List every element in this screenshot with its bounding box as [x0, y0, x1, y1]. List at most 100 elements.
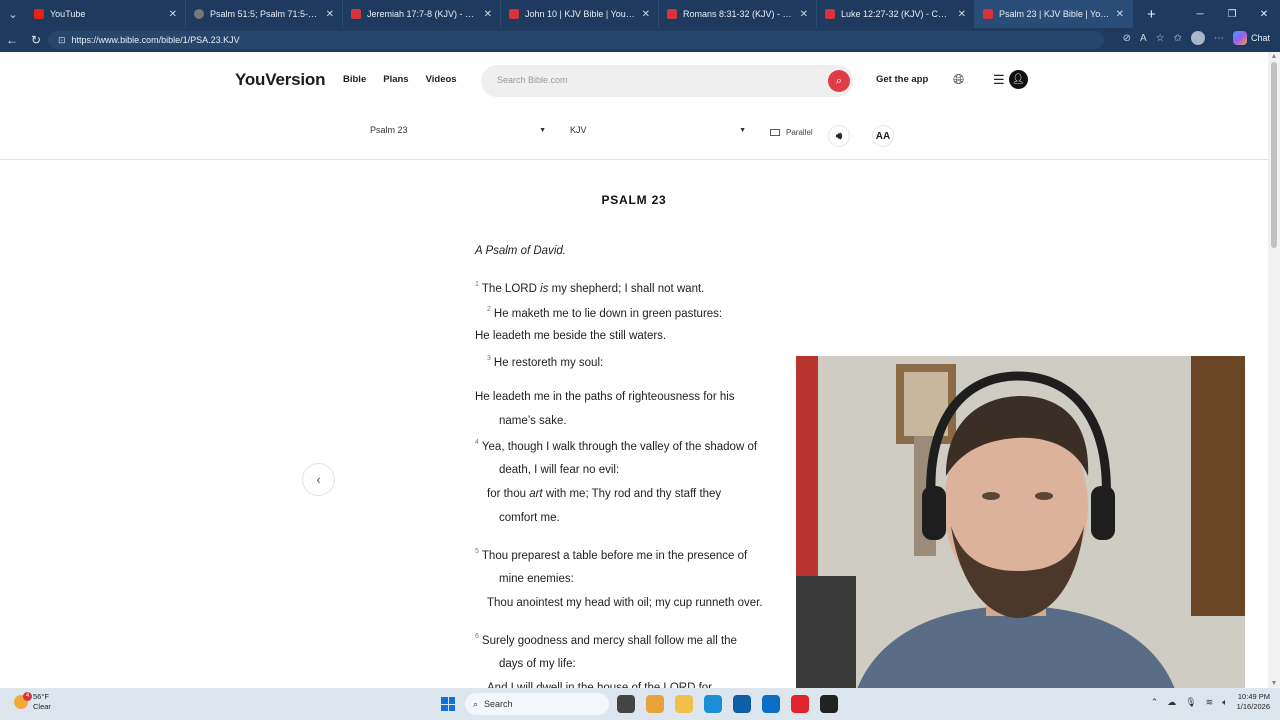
wifi-icon[interactable]: ≋ [1206, 697, 1214, 708]
chevron-down-icon: ▼ [539, 126, 546, 134]
hamburger-menu-icon[interactable]: ☰ [993, 72, 1005, 88]
close-tab-icon[interactable]: ✕ [800, 9, 808, 20]
bible-favicon-icon [825, 9, 835, 19]
close-tab-icon[interactable]: ✕ [958, 9, 966, 20]
user-icon[interactable]: 👤︎ [1008, 70, 1028, 89]
profile-avatar[interactable] [1190, 31, 1205, 45]
verse-2-line-2[interactable]: He leadeth me beside the still waters. [475, 330, 666, 342]
verse-3-line-2[interactable]: He leadeth me in the paths of righteousn… [475, 391, 735, 403]
task-view-icon[interactable] [617, 695, 635, 713]
start-button[interactable] [441, 697, 455, 711]
close-tab-icon[interactable]: ✕ [484, 9, 492, 20]
version-select[interactable]: KJV ▼ [570, 123, 746, 137]
verse-4-line-3[interactable]: for thou art with me; Thy rod and thy st… [487, 488, 721, 500]
windows-taskbar: 4 56°F Clear ⌕ Search ⌃ ☁ 🎙︎ ≋ 🔈︎ 10:49 … [0, 688, 1280, 720]
refresh-icon[interactable]: ↻ [24, 28, 48, 52]
nav-videos[interactable]: Videos [426, 74, 457, 85]
verse-5-line-2[interactable]: mine enemies: [499, 573, 574, 585]
minimize-icon[interactable]: ─ [1184, 0, 1216, 28]
verse-number: 6 [475, 633, 479, 640]
globe-icon[interactable]: 🌐︎ [953, 71, 964, 88]
main-nav: Bible Plans Videos [343, 74, 457, 85]
tab-youtube[interactable]: YouTube ✕ [26, 0, 186, 28]
parallel-icon [770, 129, 780, 136]
youversion-logo[interactable]: YouVersion [235, 70, 325, 90]
tab-psalm-23[interactable]: Psalm 23 | KJV Bible | YouVersion ✕ [975, 0, 1133, 28]
back-icon[interactable]: ← [0, 28, 24, 52]
verse-6-line-2[interactable]: days of my life: [499, 658, 576, 670]
bible-search-input[interactable]: Search Bible.com ⌕ [481, 65, 853, 97]
microphone-icon[interactable]: 🎙︎ [1185, 697, 1196, 708]
verse-4[interactable]: 4 Yea, though I walk through the valley o… [475, 439, 757, 453]
tracking-icon[interactable]: ⊘ [1123, 33, 1131, 44]
tab-actions-menu[interactable]: ⌄ [0, 0, 26, 28]
weather-widget[interactable]: 4 56°F Clear [14, 692, 51, 712]
tab-label: Romans 8:31-32 (KJV) - What shall [683, 9, 794, 19]
bible-favicon-icon [667, 9, 677, 19]
close-window-icon[interactable]: ✕ [1248, 0, 1280, 28]
nav-plans[interactable]: Plans [383, 74, 408, 85]
read-aloud-icon[interactable]: A [1140, 33, 1147, 44]
verse-text: my shepherd; I shall not want. [548, 283, 705, 295]
close-tab-icon[interactable]: ✕ [326, 9, 334, 20]
tab-john-10[interactable]: John 10 | KJV Bible | YouVersion ✕ [501, 0, 659, 28]
previous-chapter-button[interactable]: ‹ [302, 463, 335, 496]
chapter-title: PSALM 23 [601, 193, 667, 207]
tab-psalm-51[interactable]: Psalm 51:5; Psalm 71:5-6; Psalm 1 ✕ [186, 0, 343, 28]
verse-5[interactable]: 5 Thou preparest a table before me in the… [475, 548, 747, 562]
verse-2[interactable]: 2 He maketh me to lie down in green pastu… [487, 306, 722, 320]
copilot-chat-button[interactable]: Chat [1232, 31, 1270, 45]
new-tab-button[interactable]: + [1147, 6, 1156, 23]
verse-5-line-3[interactable]: Thou anointest my head with oil; my cup … [487, 597, 763, 609]
chevron-up-icon[interactable]: ⌃ [1151, 697, 1159, 708]
url-field[interactable]: ⊡ https://www.bible.com/bible/1/PSA.23.K… [48, 31, 1104, 49]
favorites-icon[interactable]: ✩ [1174, 33, 1182, 44]
get-the-app-link[interactable]: Get the app [876, 74, 928, 85]
scroll-down-icon[interactable]: ▼ [1270, 680, 1278, 687]
tab-label: Luke 12:27-32 (KJV) - Consider the [841, 9, 952, 19]
volume-icon[interactable]: 🔈︎ [1222, 697, 1227, 708]
clock[interactable]: 10:49 PM 1/16/2026 [1237, 692, 1270, 712]
tab-jeremiah[interactable]: Jeremiah 17:7-8 (KJV) - Blessed is ✕ [343, 0, 501, 28]
file-explorer-icon[interactable] [675, 695, 693, 713]
favorite-star-icon[interactable]: ☆ [1156, 33, 1165, 44]
tab-label: Psalm 23 | KJV Bible | YouVersion [999, 9, 1110, 19]
mail-icon[interactable] [762, 695, 780, 713]
tab-romans[interactable]: Romans 8:31-32 (KJV) - What shall ✕ [659, 0, 817, 28]
verse-4-line-2[interactable]: death, I will fear no evil: [499, 464, 619, 476]
restore-icon[interactable]: ❐ [1216, 0, 1248, 28]
scrollbar-thumb[interactable] [1271, 62, 1277, 248]
more-options-icon[interactable]: ⋯ [1214, 33, 1224, 44]
page-scrollbar[interactable]: ▲ ▼ [1268, 52, 1280, 688]
verse-1[interactable]: 1 The LORD is my shepherd; I shall not wa… [475, 281, 704, 295]
verse-3-line-3[interactable]: name’s sake. [499, 415, 567, 427]
edge-browser-icon[interactable] [704, 695, 722, 713]
verse-3[interactable]: 3 He restoreth my soul: [487, 355, 603, 369]
parallel-button[interactable]: Parallel [770, 128, 813, 137]
store-icon[interactable] [733, 695, 751, 713]
font-size-button[interactable]: AA [872, 125, 894, 147]
verse-6[interactable]: 6 Surely goodness and mercy shall follow … [475, 633, 737, 647]
book-chapter-select[interactable]: Psalm 23 ▼ [370, 123, 546, 137]
site-info-icon[interactable]: ⊡ [58, 35, 66, 46]
nav-bible[interactable]: Bible [343, 74, 366, 85]
tab-luke[interactable]: Luke 12:27-32 (KJV) - Consider the ✕ [817, 0, 975, 28]
close-tab-icon[interactable]: ✕ [1116, 9, 1124, 20]
app-icon[interactable] [820, 695, 838, 713]
page-favicon-icon [194, 9, 204, 19]
taskbar-search[interactable]: ⌕ Search [465, 693, 609, 715]
scroll-up-icon[interactable]: ▲ [1270, 53, 1278, 60]
youtube-app-icon[interactable] [791, 695, 809, 713]
close-tab-icon[interactable]: ✕ [169, 9, 177, 20]
audio-button[interactable]: 🔊︎ [828, 125, 850, 147]
search-icon[interactable]: ⌕ [828, 70, 850, 92]
clock-date: 1/16/2026 [1236, 702, 1270, 711]
chevron-left-icon: ‹ [316, 472, 321, 487]
onedrive-icon[interactable]: ☁ [1167, 697, 1176, 708]
verse-text: Surely goodness and mercy shall follow m… [481, 635, 737, 647]
verse-4-line-4[interactable]: comfort me. [499, 512, 560, 524]
menu-and-profile[interactable]: ☰ 👤︎ [993, 70, 1028, 89]
close-tab-icon[interactable]: ✕ [642, 9, 650, 20]
copilot-app-icon[interactable] [646, 695, 664, 713]
book-chapter-value: Psalm 23 [370, 125, 408, 135]
